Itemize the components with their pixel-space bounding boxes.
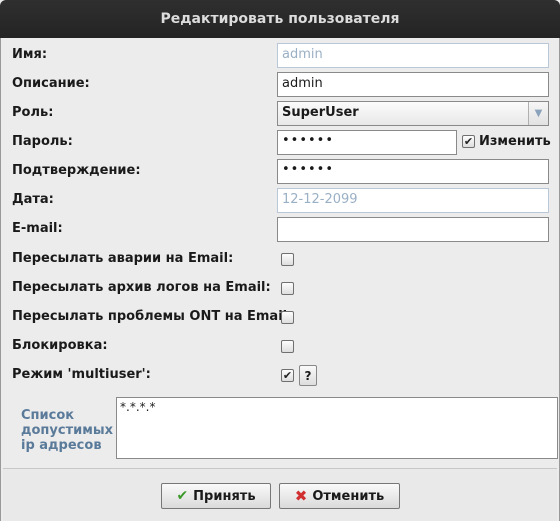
- name-field: admin: [277, 43, 549, 68]
- multiuser-row: Режим 'multiuser': ✔ ?: [11, 363, 551, 388]
- edit-user-dialog: Имя: admin Описание: admin Роль: SuperUs…: [0, 38, 560, 521]
- password-label: Пароль:: [12, 134, 73, 149]
- role-select-value: SuperUser: [282, 105, 359, 120]
- password-row: Пароль: •••••• ✔ Изменить: [11, 130, 551, 155]
- ip-list-label-line3: ip адресов: [21, 438, 102, 453]
- ip-list-label: Список допустимых ip адресов: [21, 408, 114, 453]
- multiuser-help-button[interactable]: ?: [299, 365, 317, 386]
- cancel-button-label: Отменить: [312, 488, 385, 504]
- multiuser-label: Режим 'multiuser':: [12, 367, 151, 382]
- window-titlebar: Редактировать пользователя: [0, 0, 560, 38]
- change-password-label: Изменить: [479, 134, 551, 149]
- forward-logs-label: Пересылать архив логов на Email:: [12, 280, 271, 295]
- blocking-checkbox[interactable]: [281, 340, 294, 353]
- forward-ont-checkbox[interactable]: [281, 311, 294, 324]
- button-bar: ✔ Принять ✖ Отменить: [3, 468, 557, 521]
- accept-button[interactable]: ✔ Принять: [161, 483, 271, 509]
- email-label: E-mail:: [12, 221, 63, 236]
- password-field[interactable]: ••••••: [277, 130, 457, 155]
- confirm-label: Подтверждение:: [12, 163, 141, 178]
- ip-list-label-line2: допустимых: [21, 423, 114, 438]
- forward-alarms-row: Пересылать аварии на Email:: [11, 247, 551, 272]
- date-label: Дата:: [12, 192, 54, 207]
- confirm-password-field[interactable]: ••••••: [277, 159, 549, 184]
- forward-ont-label: Пересылать проблемы ONT на Email:: [12, 309, 293, 324]
- check-icon: ✔: [176, 488, 189, 504]
- forward-ont-row: Пересылать проблемы ONT на Email:: [11, 305, 551, 330]
- description-row: Описание: admin: [11, 72, 551, 97]
- blocking-label: Блокировка:: [12, 338, 108, 353]
- forward-logs-checkbox[interactable]: [281, 282, 294, 295]
- window-title: Редактировать пользователя: [160, 11, 400, 27]
- forward-logs-row: Пересылать архив логов на Email:: [11, 276, 551, 301]
- forward-alarms-checkbox[interactable]: [281, 253, 294, 266]
- date-row: Дата: 12-12-2099: [11, 188, 551, 213]
- role-select[interactable]: SuperUser ▼: [277, 101, 549, 126]
- accept-button-label: Принять: [193, 488, 256, 504]
- description-label: Описание:: [12, 76, 90, 91]
- name-label: Имя:: [12, 47, 48, 62]
- description-field[interactable]: admin: [277, 72, 549, 97]
- ip-list-label-line1: Список: [21, 408, 75, 423]
- multiuser-checkbox[interactable]: ✔: [281, 369, 294, 382]
- email-row: E-mail:: [11, 217, 551, 242]
- role-label: Роль:: [12, 105, 54, 120]
- confirm-row: Подтверждение: ••••••: [11, 159, 551, 184]
- x-icon: ✖: [294, 487, 308, 505]
- role-row: Роль: SuperUser ▼: [11, 101, 551, 126]
- ip-list-textarea[interactable]: *.*.*.*: [116, 397, 558, 459]
- cancel-button[interactable]: ✖ Отменить: [279, 483, 400, 509]
- blocking-row: Блокировка:: [11, 334, 551, 359]
- change-password-checkbox[interactable]: ✔: [462, 135, 475, 148]
- forward-alarms-label: Пересылать аварии на Email:: [12, 251, 234, 266]
- name-row: Имя: admin: [11, 43, 551, 68]
- email-field[interactable]: [277, 217, 549, 242]
- chevron-down-icon[interactable]: ▼: [528, 102, 548, 125]
- date-field: 12-12-2099: [277, 188, 549, 213]
